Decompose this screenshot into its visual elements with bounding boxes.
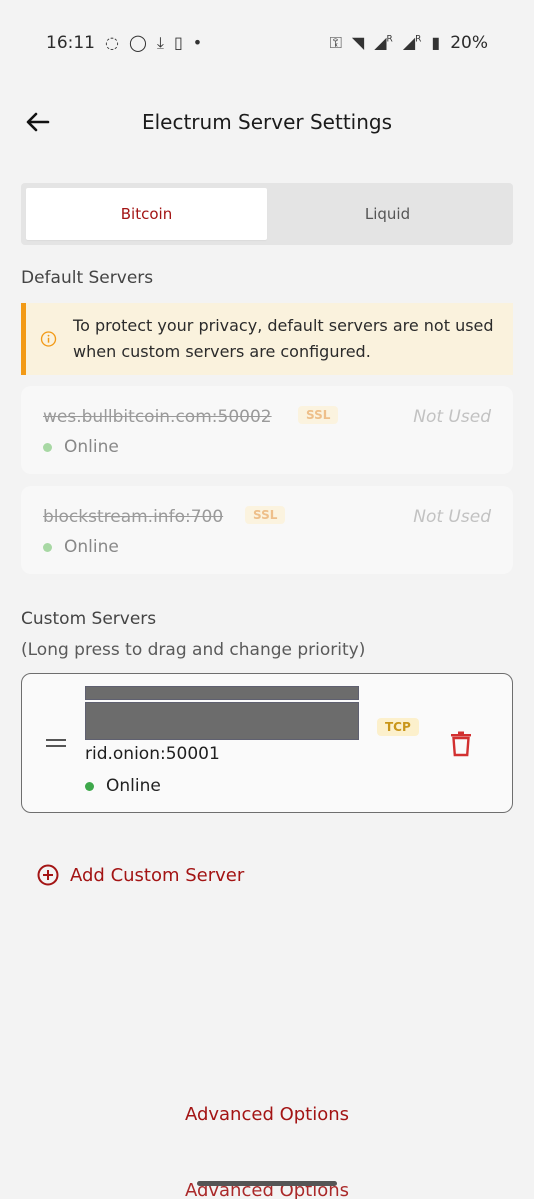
privacy-notice: To protect your privacy, default servers… [21, 303, 513, 375]
page-title: Electrum Server Settings [141, 110, 393, 134]
default-server-card: wes.bullbitcoin.com:50002 SSL Not Used O… [21, 386, 513, 474]
custom-servers-hint: (Long press to drag and change priority) [21, 640, 366, 660]
wifi-icon: ◥ [351, 33, 365, 52]
drag-handle-icon[interactable] [46, 739, 66, 751]
status-text: Online [64, 537, 119, 557]
advanced-options-button[interactable]: Advanced Options [0, 1104, 534, 1125]
default-servers-heading: Default Servers [21, 268, 154, 288]
custom-server-card[interactable]: rid.onion:50001 TCP Online [21, 673, 513, 813]
server-status: Online [43, 537, 119, 557]
server-host: blockstream.info:700 [43, 507, 224, 527]
download-icon: ⤓ [156, 33, 164, 52]
server-status: Online [85, 776, 161, 796]
signal-app-icon: ◌ [105, 33, 119, 52]
status-dot-icon [43, 542, 52, 552]
redacted-block [85, 702, 359, 740]
protocol-badge: TCP [377, 718, 419, 736]
app-bar: Electrum Server Settings [0, 96, 534, 152]
privacy-notice-text: To protect your privacy, default servers… [73, 316, 494, 361]
status-text: Online [64, 437, 119, 457]
status-text: Online [106, 776, 161, 796]
add-circle-icon [37, 864, 59, 886]
battery-percent: 20% [450, 33, 488, 53]
key-icon: ⚿ [329, 33, 342, 52]
signal-r-icon: ◢R [374, 33, 393, 52]
whatsapp-icon: ◯ [128, 33, 147, 52]
signal-r-icon: ◢R [402, 33, 422, 52]
protocol-badge: SSL [245, 506, 286, 524]
custom-servers-heading: Custom Servers [21, 609, 157, 629]
status-bar: 16:11 ◌ ◯ ⤓ ▯ • ⚿ ◥ ◢R ◢R ▮ 20% [0, 0, 534, 86]
default-server-card: blockstream.info:700 SSL Not Used Online [21, 486, 513, 574]
status-dot-icon [85, 781, 94, 791]
add-custom-server-label: Add Custom Server [70, 864, 245, 886]
delete-icon[interactable] [450, 731, 472, 757]
home-indicator[interactable] [197, 1181, 337, 1186]
tab-liquid[interactable]: Liquid [267, 188, 508, 240]
server-host: wes.bullbitcoin.com:50002 [43, 407, 272, 427]
status-dot-icon [43, 442, 52, 452]
protocol-badge: SSL [298, 406, 339, 424]
dot-icon: • [192, 33, 203, 52]
redacted-block [85, 686, 359, 700]
add-custom-server-button[interactable]: Add Custom Server [37, 864, 244, 886]
server-state: Not Used [413, 507, 491, 527]
server-status: Online [43, 437, 119, 457]
battery-icon: ▮ [431, 33, 441, 52]
tab-bitcoin[interactable]: Bitcoin [26, 188, 267, 240]
server-host: rid.onion:50001 [85, 744, 220, 764]
info-icon [40, 331, 57, 347]
status-time: 16:11 [46, 33, 95, 53]
sim-icon: ▯ [173, 33, 183, 52]
server-state: Not Used [413, 407, 491, 427]
network-tabs: Bitcoin Liquid [21, 183, 513, 245]
